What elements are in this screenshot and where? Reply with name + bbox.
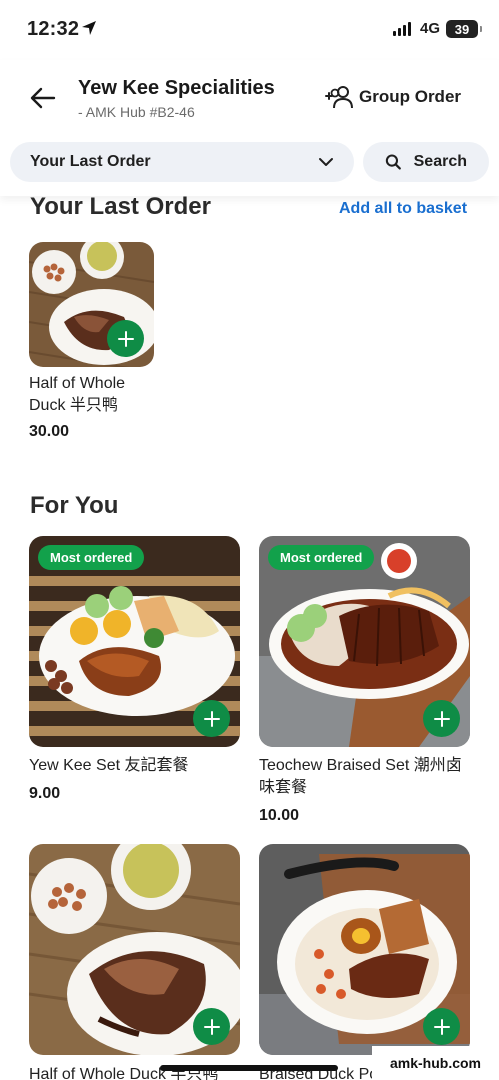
battery-level: 39 (454, 21, 470, 37)
search-label: Search (413, 153, 467, 170)
group-order-button[interactable]: Group Order (325, 84, 461, 110)
watermark: amk-hub.com (372, 1046, 499, 1080)
plus-icon (433, 1018, 450, 1035)
for-you-item-image[interactable] (259, 844, 470, 1055)
store-name: Yew Kee Specialities (78, 77, 275, 99)
add-to-basket-button[interactable] (423, 1008, 460, 1045)
chevron-down-icon (319, 158, 333, 166)
item-price: 9.00 (29, 785, 61, 802)
add-to-basket-button[interactable] (193, 700, 230, 737)
plus-icon (203, 1018, 220, 1035)
most-ordered-badge: Most ordered (268, 545, 375, 570)
add-to-basket-button[interactable] (107, 320, 144, 357)
add-to-basket-button[interactable] (193, 1008, 230, 1045)
last-order-heading: Your Last Order (30, 193, 211, 220)
for-you-item-image[interactable]: Most ordered (259, 536, 470, 747)
store-header: Yew Kee Specialities - AMK Hub #B2-46 Gr… (0, 60, 499, 196)
group-order-label: Group Order (359, 87, 462, 106)
for-you-item-image[interactable] (29, 844, 240, 1055)
most-ordered-badge: Most ordered (38, 545, 145, 570)
plus-icon (433, 710, 450, 727)
last-order-item-image[interactable] (29, 242, 154, 367)
item-name[interactable]: Yew Kee Set 友記套餐 (29, 755, 188, 777)
menu-category-selector[interactable]: Your Last Order (10, 142, 354, 182)
search-button[interactable]: Search (363, 142, 489, 182)
clock: 12:32 (27, 18, 80, 40)
add-to-basket-button[interactable] (423, 700, 460, 737)
item-price: 30.00 (29, 423, 70, 440)
search-icon (385, 154, 401, 170)
location-arrow-icon (82, 21, 96, 35)
add-all-to-basket-link[interactable]: Add all to basket (339, 200, 467, 218)
plus-icon (117, 330, 134, 347)
group-add-icon (325, 86, 353, 109)
menu-category-label: Your Last Order (30, 153, 151, 170)
network-type: 4G (420, 20, 441, 37)
signal-icon (393, 22, 411, 36)
item-name[interactable]: Teochew Braised Set 潮州卤 味套餐 (259, 755, 462, 799)
home-indicator[interactable] (160, 1065, 338, 1071)
for-you-item-image[interactable]: Most ordered (29, 536, 240, 747)
back-arrow-icon[interactable] (29, 84, 57, 112)
item-price: 10.00 (259, 807, 300, 824)
status-bar: 12:32 4G 39 (0, 0, 499, 60)
plus-icon (203, 710, 220, 727)
for-you-heading: For You (30, 492, 119, 519)
battery-icon: 39 (446, 20, 482, 38)
item-name[interactable]: Half of Whole Duck 半只鸭 (29, 373, 125, 417)
store-location: - AMK Hub #B2-46 (78, 104, 195, 120)
